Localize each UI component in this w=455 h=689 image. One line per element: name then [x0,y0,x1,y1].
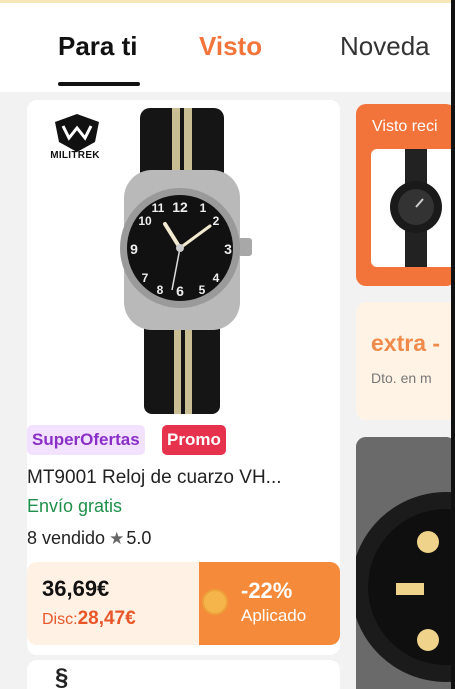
discounted-price: 28,47€ [77,608,136,629]
svg-text:8: 8 [157,283,164,297]
svg-text:3: 3 [224,241,232,257]
price-box[interactable]: 36,69€ Disc:28,47€ -22% Aplicado [27,562,340,645]
promo-badge: Promo [162,425,226,455]
discounted-price-row: Disc:28,47€ [42,608,136,630]
product-card[interactable]: MILITREK 12 3 6 9 10 2 7 4 11 1 8 5 Supe… [27,100,340,655]
watch-thumbnail-icon [390,149,442,267]
next-brand-logo-icon: § [55,664,69,689]
side-product-card[interactable] [356,437,455,689]
free-shipping-label: Envío gratis [27,496,123,516]
watch-image: 12 3 6 9 10 2 7 4 11 1 8 5 [120,108,252,414]
svg-text:10: 10 [138,214,152,228]
recently-viewed-label: Visto reci [372,118,438,135]
price: 36,69€ [42,576,110,601]
svg-text:9: 9 [130,241,138,257]
product-title[interactable]: MT9001 Reloj de cuarzo VH... [27,467,340,489]
svg-text:2: 2 [213,214,220,228]
disc-label: Disc: [42,611,78,628]
next-product-card[interactable]: § [27,660,340,689]
svg-text:7: 7 [142,271,149,285]
screen-edge [451,0,455,689]
product-image[interactable]: MILITREK 12 3 6 9 10 2 7 4 11 1 8 5 [27,100,340,418]
svg-text:12: 12 [172,199,188,215]
svg-text:4: 4 [213,271,220,285]
tab-bar: Para ti Visto Noveda [0,0,455,92]
recently-viewed-image[interactable] [371,149,455,267]
extra-discount-title: extra - [371,330,441,356]
active-tab-indicator [58,82,140,86]
price-info: 36,69€ Disc:28,47€ [42,576,136,630]
star-icon: ★ [109,529,125,548]
svg-text:11: 11 [152,201,165,215]
extra-discount-card[interactable]: extra - Dto. en m [356,302,455,420]
svg-text:5: 5 [199,283,206,297]
sold-and-rating: 8 vendido ★ 5.0 [27,528,151,549]
coin-icon [202,589,228,615]
sold-count: 8 vendido [27,528,106,548]
discount-percent: -22% [241,578,293,603]
watch-closeup-image [356,437,455,689]
rating-value: 5.0 [126,528,152,548]
svg-text:6: 6 [176,283,184,299]
superofertas-badge: SuperOfertas [27,425,145,455]
tab-novedades[interactable]: Noveda [340,31,430,62]
tab-visto[interactable]: Visto [199,31,262,62]
tab-para-ti[interactable]: Para ti [58,31,138,62]
svg-text:1: 1 [200,201,207,215]
recently-viewed-card[interactable]: Visto reci [356,104,455,286]
extra-discount-subtitle: Dto. en m [371,370,432,386]
brand-name: MILITREK [50,150,100,161]
applied-label: Aplicado [241,606,307,625]
